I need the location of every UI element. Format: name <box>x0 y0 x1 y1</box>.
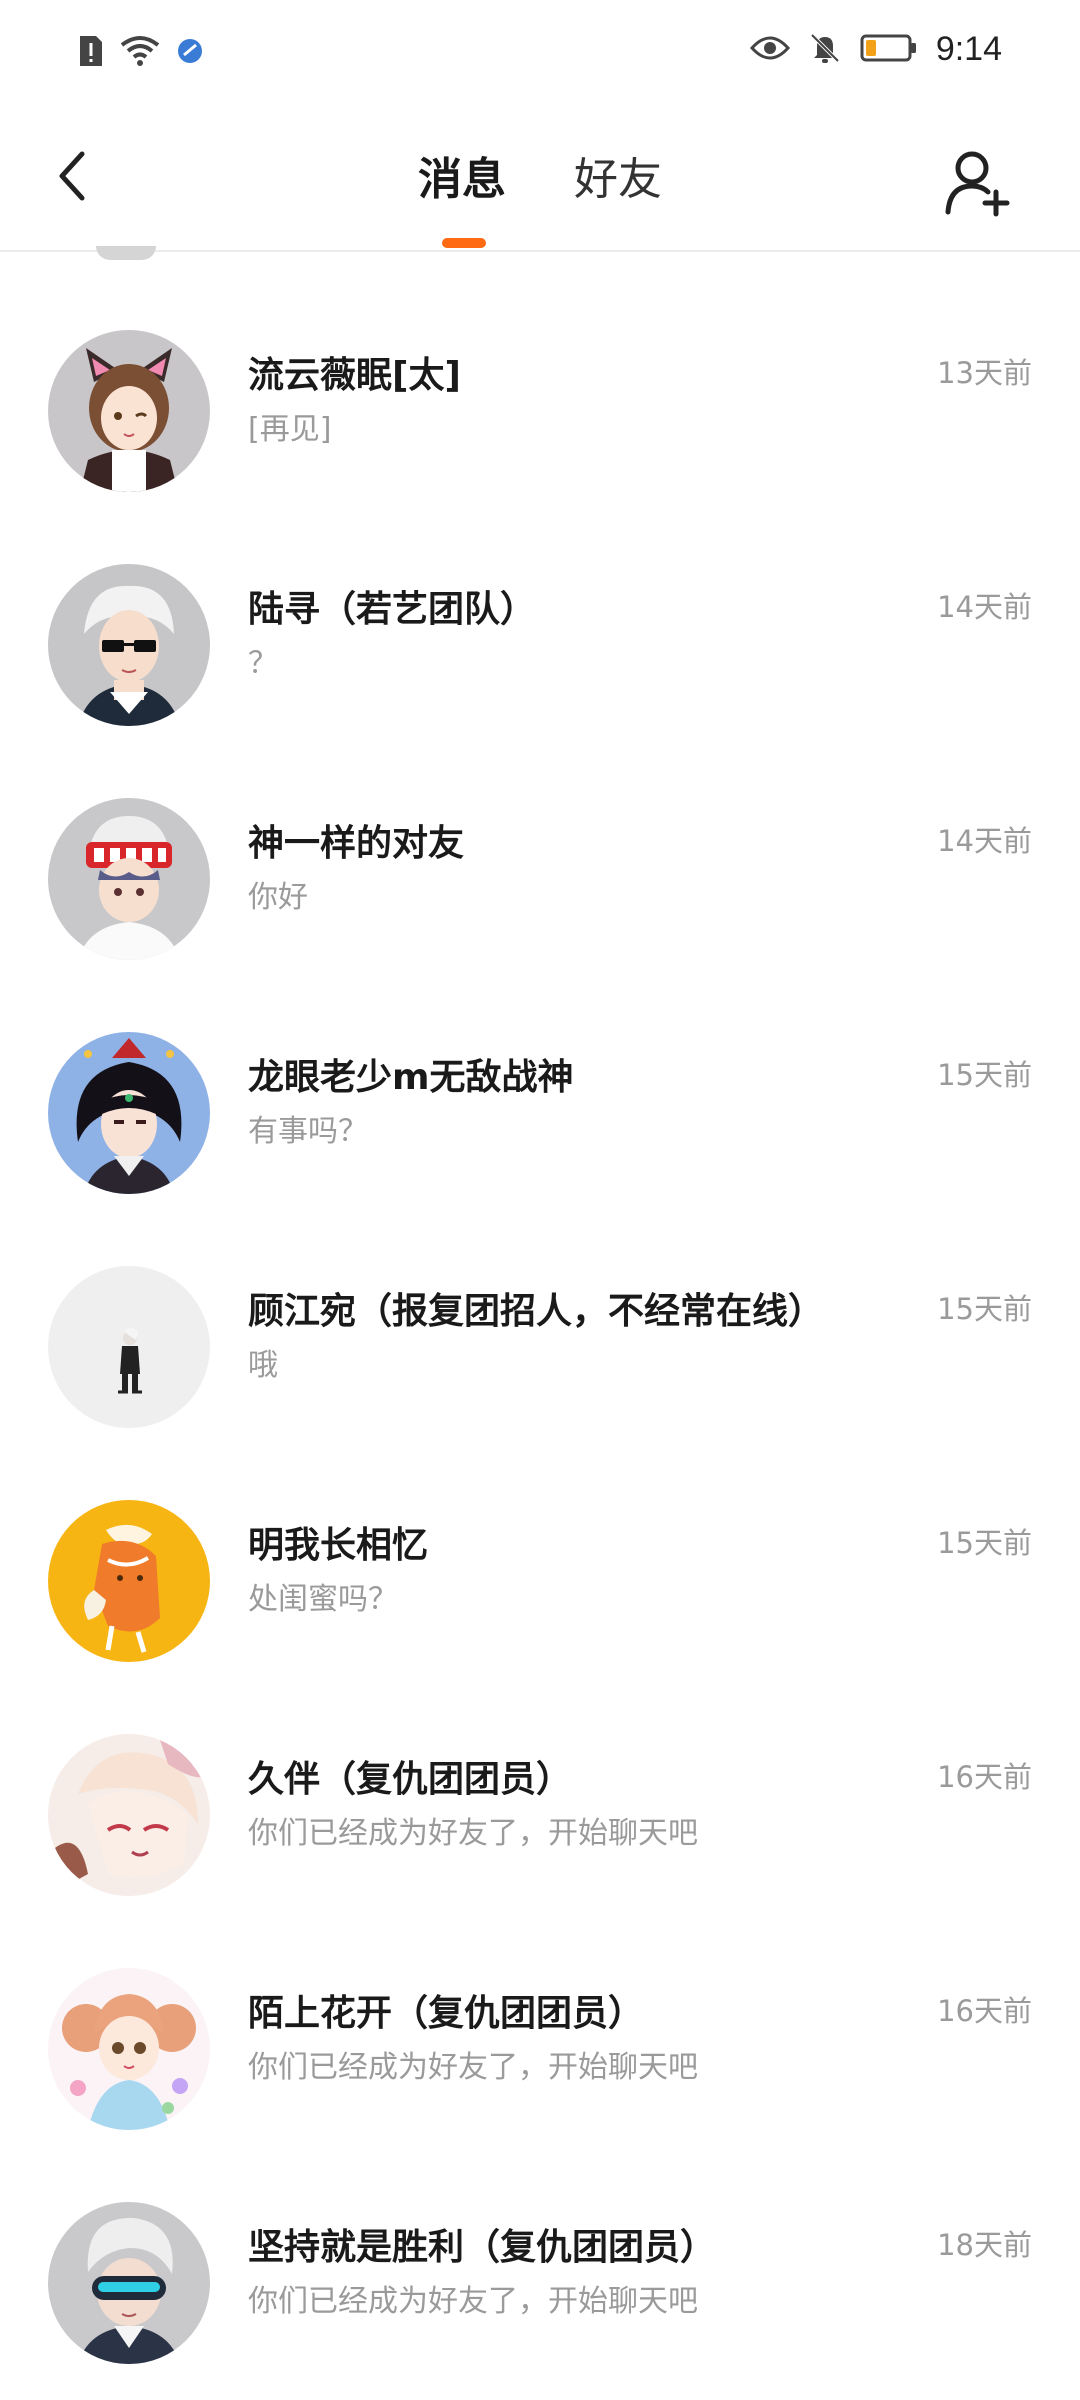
conversation-name: 顾江宛（报复团招人，不经常在线） <box>248 1291 825 1332</box>
status-bar-right: 9:14 <box>749 30 1002 69</box>
conversation-time: 15天前 <box>937 1292 1032 1326</box>
visor-boy-avatar <box>48 2202 210 2364</box>
sim-alert-icon <box>78 34 104 72</box>
top-nav-bar: 消息 好友 <box>0 108 1080 252</box>
conversation-item[interactable]: 神一样的对友 你好 14天前 <box>0 720 1080 960</box>
conversation-preview: 哦 <box>248 1348 278 1383</box>
conversation-time: 14天前 <box>937 590 1032 624</box>
conversation-preview: 处闺蜜吗？ <box>248 1582 398 1617</box>
conversation-name: 龙眼老少m无敌战神 <box>248 1057 574 1098</box>
conversation-item[interactable]: 龙眼老少m无敌战神 有事吗？ 15天前 <box>0 954 1080 1194</box>
conversation-preview: 你们已经成为好友了，开始聊天吧 <box>248 2284 698 2319</box>
conversation-preview: 你们已经成为好友了，开始聊天吧 <box>248 1816 698 1851</box>
tab-messages[interactable]: 消息 <box>418 152 506 208</box>
conversation-name: 流云薇眠[太] <box>248 355 461 396</box>
cat-ear-girl-avatar <box>48 330 210 492</box>
conversation-time: 14天前 <box>937 824 1032 858</box>
conversation-name: 久伴（复仇团团员） <box>248 1759 573 1800</box>
conversation-item[interactable]: 久伴（复仇团团员） 你们已经成为好友了，开始聊天吧 16天前 <box>0 1656 1080 1896</box>
conversation-time: 16天前 <box>937 1994 1032 2028</box>
conversation-item[interactable]: 顾江宛（报复团招人，不经常在线） 哦 15天前 <box>0 1188 1080 1428</box>
active-tab-indicator <box>442 238 486 248</box>
conversation-item[interactable]: 陆寻（若艺团队） ？ 14天前 <box>0 486 1080 726</box>
conversation-item[interactable]: 坚持就是胜利（复仇团团员） 你们已经成为好友了，开始聊天吧 18天前 <box>0 2124 1080 2364</box>
conversation-item[interactable]: 陌上花开（复仇团团员） 你们已经成为好友了，开始聊天吧 16天前 <box>0 1890 1080 2130</box>
sunglasses-boy-avatar <box>48 564 210 726</box>
back-button[interactable] <box>40 144 104 208</box>
conversation-time: 15天前 <box>937 1058 1032 1092</box>
conversation-preview: 你好 <box>248 880 308 915</box>
wifi-icon <box>120 35 160 71</box>
app-notification-icon <box>176 37 204 69</box>
conversation-item[interactable]: 流云薇眠[太] [再见] 13天前 <box>0 252 1080 492</box>
conversation-name: 陆寻（若艺团队） <box>248 589 537 630</box>
dark-hair-warrior-avatar <box>48 1032 210 1194</box>
conversation-name: 神一样的对友 <box>248 823 465 864</box>
conversation-preview: [再见] <box>248 412 332 447</box>
conversation-list: 流云薇眠[太] [再见] 13天前 陆寻（若艺团队） ？ 14天前 神一样的对友… <box>0 252 1080 2364</box>
conversation-name: 明我长相忆 <box>248 1525 429 1566</box>
conversation-preview: 你们已经成为好友了，开始聊天吧 <box>248 2050 698 2085</box>
small-figure-avatar <box>48 1266 210 1428</box>
chevron-left-icon <box>59 151 85 201</box>
conversation-time: 13天前 <box>937 356 1032 390</box>
conversation-time: 18天前 <box>937 2228 1032 2262</box>
white-hair-anime-avatar <box>48 1734 210 1896</box>
conversation-name: 陌上花开（复仇团团员） <box>248 1993 645 2034</box>
battery-icon <box>860 33 918 67</box>
tab-friends[interactable]: 好友 <box>574 152 662 208</box>
conversation-time: 16天前 <box>937 1760 1032 1794</box>
status-time: 9:14 <box>935 30 1002 68</box>
pigtail-girl-avatar <box>48 1968 210 2130</box>
eye-icon <box>749 34 790 66</box>
orange-anime-avatar <box>48 1500 210 1662</box>
add-friend-button[interactable] <box>942 146 1014 218</box>
add-user-icon <box>945 151 1010 217</box>
status-bar-left <box>78 34 204 72</box>
bell-off-icon <box>808 31 842 69</box>
conversation-preview: 有事吗？ <box>248 1114 368 1149</box>
headband-boy-avatar <box>48 798 210 960</box>
conversation-name: 坚持就是胜利（复仇团团员） <box>248 2227 717 2268</box>
conversation-item[interactable]: 明我长相忆 处闺蜜吗？ 15天前 <box>0 1422 1080 1662</box>
status-bar: 9:14 <box>0 0 1080 108</box>
conversation-preview: ？ <box>248 646 278 681</box>
conversation-time: 15天前 <box>937 1526 1032 1560</box>
